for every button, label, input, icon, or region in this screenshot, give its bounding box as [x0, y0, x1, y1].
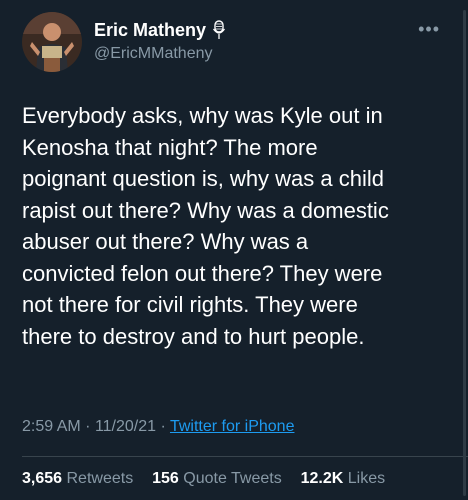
avatar[interactable]	[22, 12, 82, 72]
microphone-icon	[212, 20, 226, 40]
quote-tweets-count: 156	[152, 470, 179, 487]
display-name-row: Eric Matheny	[94, 19, 226, 41]
author-handle[interactable]: @EricMMatheny	[94, 43, 226, 65]
divider	[22, 456, 468, 457]
retweets-label: Retweets	[66, 470, 134, 487]
tweet-time[interactable]: 2:59 AM	[22, 418, 81, 435]
tweet-text: Everybody asks, why was Kyle out in Keno…	[22, 100, 452, 352]
display-name[interactable]: Eric Matheny	[94, 19, 206, 41]
quote-tweets-label: Quote Tweets	[183, 470, 282, 487]
tweet-text-line: abuser out there? Why was a	[22, 229, 309, 254]
likes-count: 12.2K	[300, 470, 344, 487]
more-options-icon[interactable]: •••	[418, 20, 440, 38]
tweet-text-line: convicted felon out there? They were	[22, 260, 383, 286]
tweet-meta: 2:59 AM · 11/20/21 · Twitter for iPhone	[22, 418, 294, 436]
tweet-text-line: Kenosha that night? The more	[22, 134, 318, 160]
tweet-date[interactable]: 11/20/21	[95, 418, 156, 435]
quote-tweets-stat[interactable]: 156 Quote Tweets	[152, 470, 286, 487]
tweet-card: Eric Matheny @EricMMatheny ••• Everybody…	[0, 0, 468, 500]
meta-separator: ·	[85, 418, 91, 435]
likes-stat[interactable]: 12.2K Likes	[301, 470, 386, 487]
tweet-source-link[interactable]: Twitter for iPhone	[170, 418, 295, 435]
tweet-text-line: there to destroy and to hurt people.	[22, 323, 365, 349]
tweet-text-line: poignant question is, why was a child	[22, 166, 384, 191]
tweet-header: Eric Matheny @EricMMatheny	[22, 12, 226, 72]
retweets-stat[interactable]: 3,656 Retweets	[22, 470, 138, 487]
author-names: Eric Matheny @EricMMatheny	[94, 19, 226, 65]
tweet-text-line: rapist out there? Why was a domestic	[22, 197, 389, 223]
retweets-count: 3,656	[22, 470, 63, 487]
meta-separator: ·	[160, 418, 166, 435]
likes-label: Likes	[347, 470, 386, 487]
scrollbar[interactable]	[463, 10, 466, 496]
avatar-image	[22, 12, 82, 72]
tweet-text-line: not there for civil rights. They were	[22, 292, 358, 317]
tweet-text-line: Everybody asks, why was Kyle out in	[22, 103, 383, 128]
tweet-stats: 3,656 Retweets 156 Quote Tweets 12.2K Li…	[22, 470, 385, 488]
